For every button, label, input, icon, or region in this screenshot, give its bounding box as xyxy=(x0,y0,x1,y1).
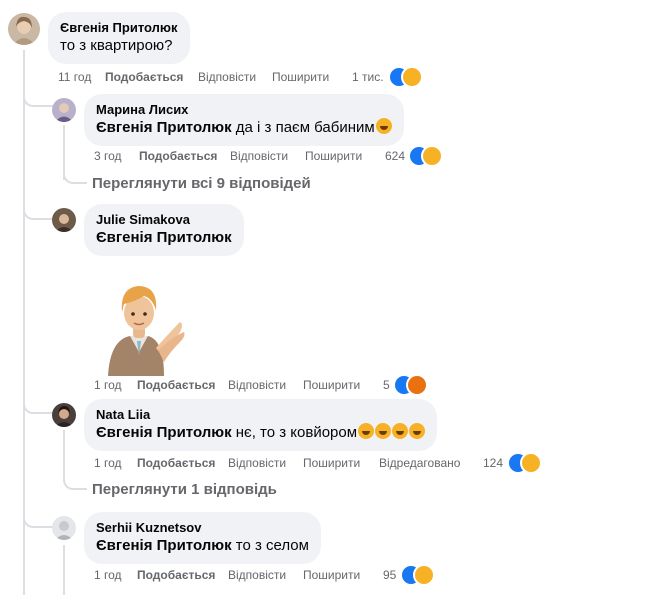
reactions[interactable] xyxy=(388,66,428,88)
reply-author[interactable]: Serhii Kuznetsov xyxy=(96,520,309,536)
comment-text: то з квартирою? xyxy=(60,37,173,54)
haha-icon xyxy=(413,564,435,586)
reply-bubble: Марина Лисих Євгенія Притолюк да і з пає… xyxy=(84,94,404,146)
reactions[interactable] xyxy=(400,564,440,586)
avatar[interactable] xyxy=(52,516,76,540)
thread-line-reply xyxy=(63,545,65,595)
avatar[interactable] xyxy=(8,13,40,45)
mention-link[interactable]: Євгенія Притолюк xyxy=(96,424,232,441)
like-button[interactable]: Подобається xyxy=(137,454,215,472)
view-all-replies-link[interactable]: Переглянути всі 9 відповідей xyxy=(92,174,311,194)
reply-button[interactable]: Відповісти xyxy=(230,147,288,165)
reactions[interactable] xyxy=(393,374,433,396)
comment-bubble: Євгенія Притолюк то з квартирою? xyxy=(48,12,190,64)
rofl-emoji-icon xyxy=(375,118,392,134)
reply-text: нє, то з ковйором xyxy=(235,424,358,441)
reactions-count[interactable]: 624 xyxy=(385,147,405,165)
like-button[interactable]: Подобається xyxy=(137,566,215,584)
reactions[interactable] xyxy=(408,145,448,167)
reply-time[interactable]: 3 год xyxy=(94,147,122,165)
like-button[interactable]: Подобається xyxy=(105,68,183,86)
reactions-count[interactable]: 95 xyxy=(383,566,396,584)
comment-author[interactable]: Євгенія Притолюк xyxy=(60,20,178,36)
share-button[interactable]: Поширити xyxy=(303,376,360,394)
edited-label: Відредаговано xyxy=(379,456,461,470)
reply-time[interactable]: 1 год xyxy=(94,454,122,472)
reply-time[interactable]: 1 год xyxy=(94,566,122,584)
like-button[interactable]: Подобається xyxy=(137,376,215,394)
reply-bubble: Nata Liia Євгенія Притолюк нє, то з ковй… xyxy=(84,399,438,451)
reactions-count[interactable]: 124 xyxy=(483,454,503,472)
thread-curve xyxy=(63,172,87,184)
rofl-emoji-icon xyxy=(392,423,409,439)
mention-link[interactable]: Євгенія Притолюк xyxy=(96,119,232,136)
reply-button[interactable]: Відповісти xyxy=(228,566,286,584)
reply-actions: 3 год Подобається Відповісти Поширити 62… xyxy=(94,147,414,165)
like-button[interactable]: Подобається xyxy=(139,147,217,165)
rofl-emoji-icon xyxy=(409,423,426,439)
haha-icon xyxy=(520,452,542,474)
angry-icon xyxy=(406,374,428,396)
reply-text: да і з паєм бабиним xyxy=(235,119,375,136)
reply-bubble: Serhii Kuznetsov Євгенія Притолюк то з с… xyxy=(84,512,321,564)
reply-actions: 1 год Подобається Відповісти Поширити 5 xyxy=(94,376,414,394)
rofl-emoji-icon xyxy=(358,423,375,439)
reactions-count[interactable]: 5 xyxy=(383,376,390,394)
reply-author[interactable]: Марина Лисих xyxy=(96,102,392,118)
share-button[interactable]: Поширити xyxy=(305,147,362,165)
share-button[interactable]: Поширити xyxy=(303,454,360,472)
haha-icon xyxy=(401,66,423,88)
thread-curve xyxy=(63,478,87,490)
reactions[interactable] xyxy=(507,452,547,474)
comment-time[interactable]: 11 год xyxy=(58,68,91,86)
thread-line-reply xyxy=(63,430,65,480)
avatar[interactable] xyxy=(52,98,76,122)
avatar[interactable] xyxy=(52,208,76,232)
mention-link[interactable]: Євгенія Притолюк xyxy=(96,229,232,246)
rofl-emoji-icon xyxy=(375,423,392,439)
reply-time[interactable]: 1 год xyxy=(94,376,122,394)
reply-button[interactable]: Відповісти xyxy=(198,68,256,86)
reply-actions: 1 год Подобається Відповісти Поширити 95 xyxy=(94,566,414,584)
reply-author[interactable]: Julie Simakova xyxy=(96,212,232,228)
haha-icon xyxy=(421,145,443,167)
reactions-count[interactable]: 1 тис. xyxy=(352,68,384,86)
mention-link[interactable]: Євгенія Притолюк xyxy=(96,537,232,554)
reply-text: то з селом xyxy=(235,537,309,554)
reply-author[interactable]: Nata Liia xyxy=(96,407,425,423)
avatar[interactable] xyxy=(52,403,76,427)
reply-actions: 1 год Подобається Відповісти Поширити Ві… xyxy=(94,454,514,472)
view-reply-link[interactable]: Переглянути 1 відповідь xyxy=(92,480,277,500)
reply-button[interactable]: Відповісти xyxy=(228,376,286,394)
share-button[interactable]: Поширити xyxy=(303,566,360,584)
share-button[interactable]: Поширити xyxy=(272,68,329,86)
reply-button[interactable]: Відповісти xyxy=(228,454,286,472)
sticker[interactable] xyxy=(100,278,190,376)
reply-bubble: Julie Simakova Євгенія Притолюк xyxy=(84,204,244,256)
